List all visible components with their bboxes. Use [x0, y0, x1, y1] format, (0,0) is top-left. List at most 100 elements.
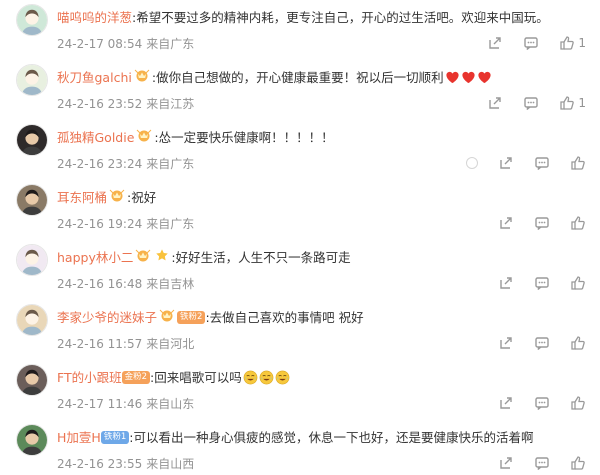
like-button[interactable]	[570, 275, 586, 291]
thumbs-up-icon	[570, 275, 586, 291]
avatar[interactable]	[16, 244, 48, 276]
avatar[interactable]	[16, 4, 48, 36]
location: 来自江苏	[146, 97, 195, 111]
avatar[interactable]	[16, 64, 48, 96]
username-link[interactable]: happy林小二	[57, 250, 133, 265]
timestamp: 24-2-16 16:48	[57, 277, 143, 291]
location: 来自山东	[146, 397, 195, 411]
timestamp: 24-2-17 08:54	[57, 37, 143, 51]
username-link[interactable]: 耳东阿桶	[57, 190, 107, 205]
comment-actions	[478, 272, 586, 294]
comment-body: FT的小跟班 金粉2:回来唱歌可以吗	[57, 368, 592, 388]
timestamp: 24-2-16 23:55	[57, 457, 143, 471]
location: 来自广东	[146, 37, 195, 51]
comment-item: 喵呜呜的洋葱:希望不要过多的精神内耗，更专注自己，开心的过生活吧。欢迎来中国玩。…	[0, 4, 600, 62]
share-icon[interactable]	[498, 155, 514, 171]
like-button[interactable]	[570, 155, 586, 171]
comment-meta: 24-2-16 23:24 来自广东	[57, 155, 194, 173]
like-button[interactable]	[570, 395, 586, 411]
comment-icon[interactable]	[534, 275, 550, 291]
comment-actions	[478, 212, 586, 234]
thumbs-up-icon	[570, 455, 586, 471]
crying-laughing-emoji-icon	[275, 370, 290, 385]
comment-icon[interactable]	[523, 95, 539, 111]
comment-item: FT的小跟班 金粉2:回来唱歌可以吗 24-2-17 11:46 来自山东	[0, 364, 600, 422]
comment-icon[interactable]	[534, 455, 550, 471]
share-icon[interactable]	[498, 335, 514, 351]
thumbs-up-icon	[570, 395, 586, 411]
avatar[interactable]	[16, 184, 48, 216]
fan-level-badge: 铁粉1	[100, 431, 130, 444]
comment-list: 喵呜呜的洋葱:希望不要过多的精神内耗，更专注自己，开心的过生活吧。欢迎来中国玩。…	[0, 0, 600, 475]
share-icon[interactable]	[487, 95, 503, 111]
share-icon[interactable]	[498, 275, 514, 291]
like-button[interactable]	[570, 215, 586, 231]
comment-meta: 24-2-16 19:24 来自广东	[57, 215, 194, 233]
timestamp: 24-2-17 11:46	[57, 397, 143, 411]
comment-text: 祝好	[131, 190, 157, 205]
thumbs-up-icon	[570, 215, 586, 231]
thumbs-up-icon	[570, 155, 586, 171]
comment-meta: 24-2-16 23:52 来自江苏	[57, 95, 194, 113]
comment-text: 可以看出一种身心俱疲的感觉，休息一下也好，还是要健康快乐的活着啊	[133, 430, 534, 445]
timestamp: 24-2-16 11:57	[57, 337, 143, 351]
crying-laughing-emoji-icon	[243, 370, 258, 385]
red-heart-emoji-icon	[461, 70, 476, 85]
avatar[interactable]	[16, 364, 48, 396]
crown-badge-icon	[136, 128, 152, 148]
comment-icon[interactable]	[534, 215, 550, 231]
thumbs-up-icon	[570, 335, 586, 351]
comment-icon[interactable]	[534, 155, 550, 171]
username-link[interactable]: H加壹H	[57, 430, 101, 445]
location: 来自河北	[146, 337, 195, 351]
crown-badge-icon	[159, 308, 175, 328]
share-icon[interactable]	[498, 395, 514, 411]
red-heart-emoji-icon	[477, 70, 492, 85]
timestamp: 24-2-16 23:24	[57, 157, 143, 171]
comment-actions: 1	[467, 32, 586, 54]
share-icon[interactable]	[487, 35, 503, 51]
like-count: 1	[578, 36, 586, 50]
report-icon[interactable]	[466, 157, 478, 169]
comment-body: 耳东阿桶:祝好	[57, 188, 592, 208]
comment-body: H加壹H 铁粉1:可以看出一种身心俱疲的感觉，休息一下也好，还是要健康快乐的活着啊	[57, 428, 592, 448]
username-link[interactable]: 秋刀鱼galchi	[57, 70, 132, 85]
avatar[interactable]	[16, 304, 48, 336]
comment-item: happy林小二:好好生活，人生不只一条路可走 24-2-16 16:48 来自吉林	[0, 244, 600, 302]
avatar[interactable]	[16, 124, 48, 156]
username-link[interactable]: 孤独精Goldie	[57, 130, 134, 145]
comment-item: 李家少爷的迷妹子 铁粉2:去做自己喜欢的事情吧 祝好 24-2-16 11:57 来自…	[0, 304, 600, 362]
comment-text: 怂一定要快乐健康啊！！！！！	[158, 130, 334, 145]
comment-icon[interactable]	[534, 395, 550, 411]
comment-meta: 24-2-17 08:54 来自广东	[57, 35, 194, 53]
comment-text: 好好生活，人生不只一条路可走	[175, 250, 351, 265]
comment-text: 做你自己想做的，开心健康最重要！祝以后一切顺利	[156, 70, 444, 85]
comment-actions	[478, 452, 586, 474]
like-button[interactable]: 1	[559, 95, 586, 111]
like-button[interactable]: 1	[559, 35, 586, 51]
share-icon[interactable]	[498, 215, 514, 231]
comment-actions	[446, 152, 586, 174]
comment-body: 孤独精Goldie:怂一定要快乐健康啊！！！！！	[57, 128, 592, 148]
username-link[interactable]: 喵呜呜的洋葱	[57, 10, 132, 25]
username-link[interactable]: 李家少爷的迷妹子	[57, 310, 157, 325]
avatar[interactable]	[16, 424, 48, 456]
thumbs-up-icon	[559, 95, 575, 111]
like-button[interactable]	[570, 335, 586, 351]
fan-level-badge: 金粉2	[121, 371, 151, 384]
comment-icon[interactable]	[523, 35, 539, 51]
comment-text: 去做自己喜欢的事情吧 祝好	[209, 310, 364, 325]
comment-meta: 24-2-17 11:46 来自山东	[57, 395, 194, 413]
location: 来自广东	[146, 217, 195, 231]
like-count: 1	[578, 96, 586, 110]
username-link[interactable]: FT的小跟班	[57, 370, 122, 385]
like-button[interactable]	[570, 455, 586, 471]
comment-text: 回来唱歌可以吗	[154, 370, 242, 385]
comment-item: 秋刀鱼galchi:做你自己想做的，开心健康最重要！祝以后一切顺利 24-2-16…	[0, 64, 600, 122]
red-heart-emoji-icon	[445, 70, 460, 85]
comment-icon[interactable]	[534, 335, 550, 351]
location: 来自吉林	[146, 277, 195, 291]
comment-item: H加壹H 铁粉1:可以看出一种身心俱疲的感觉，休息一下也好，还是要健康快乐的活着啊…	[0, 424, 600, 475]
crown-badge-icon	[134, 68, 150, 88]
share-icon[interactable]	[498, 455, 514, 471]
